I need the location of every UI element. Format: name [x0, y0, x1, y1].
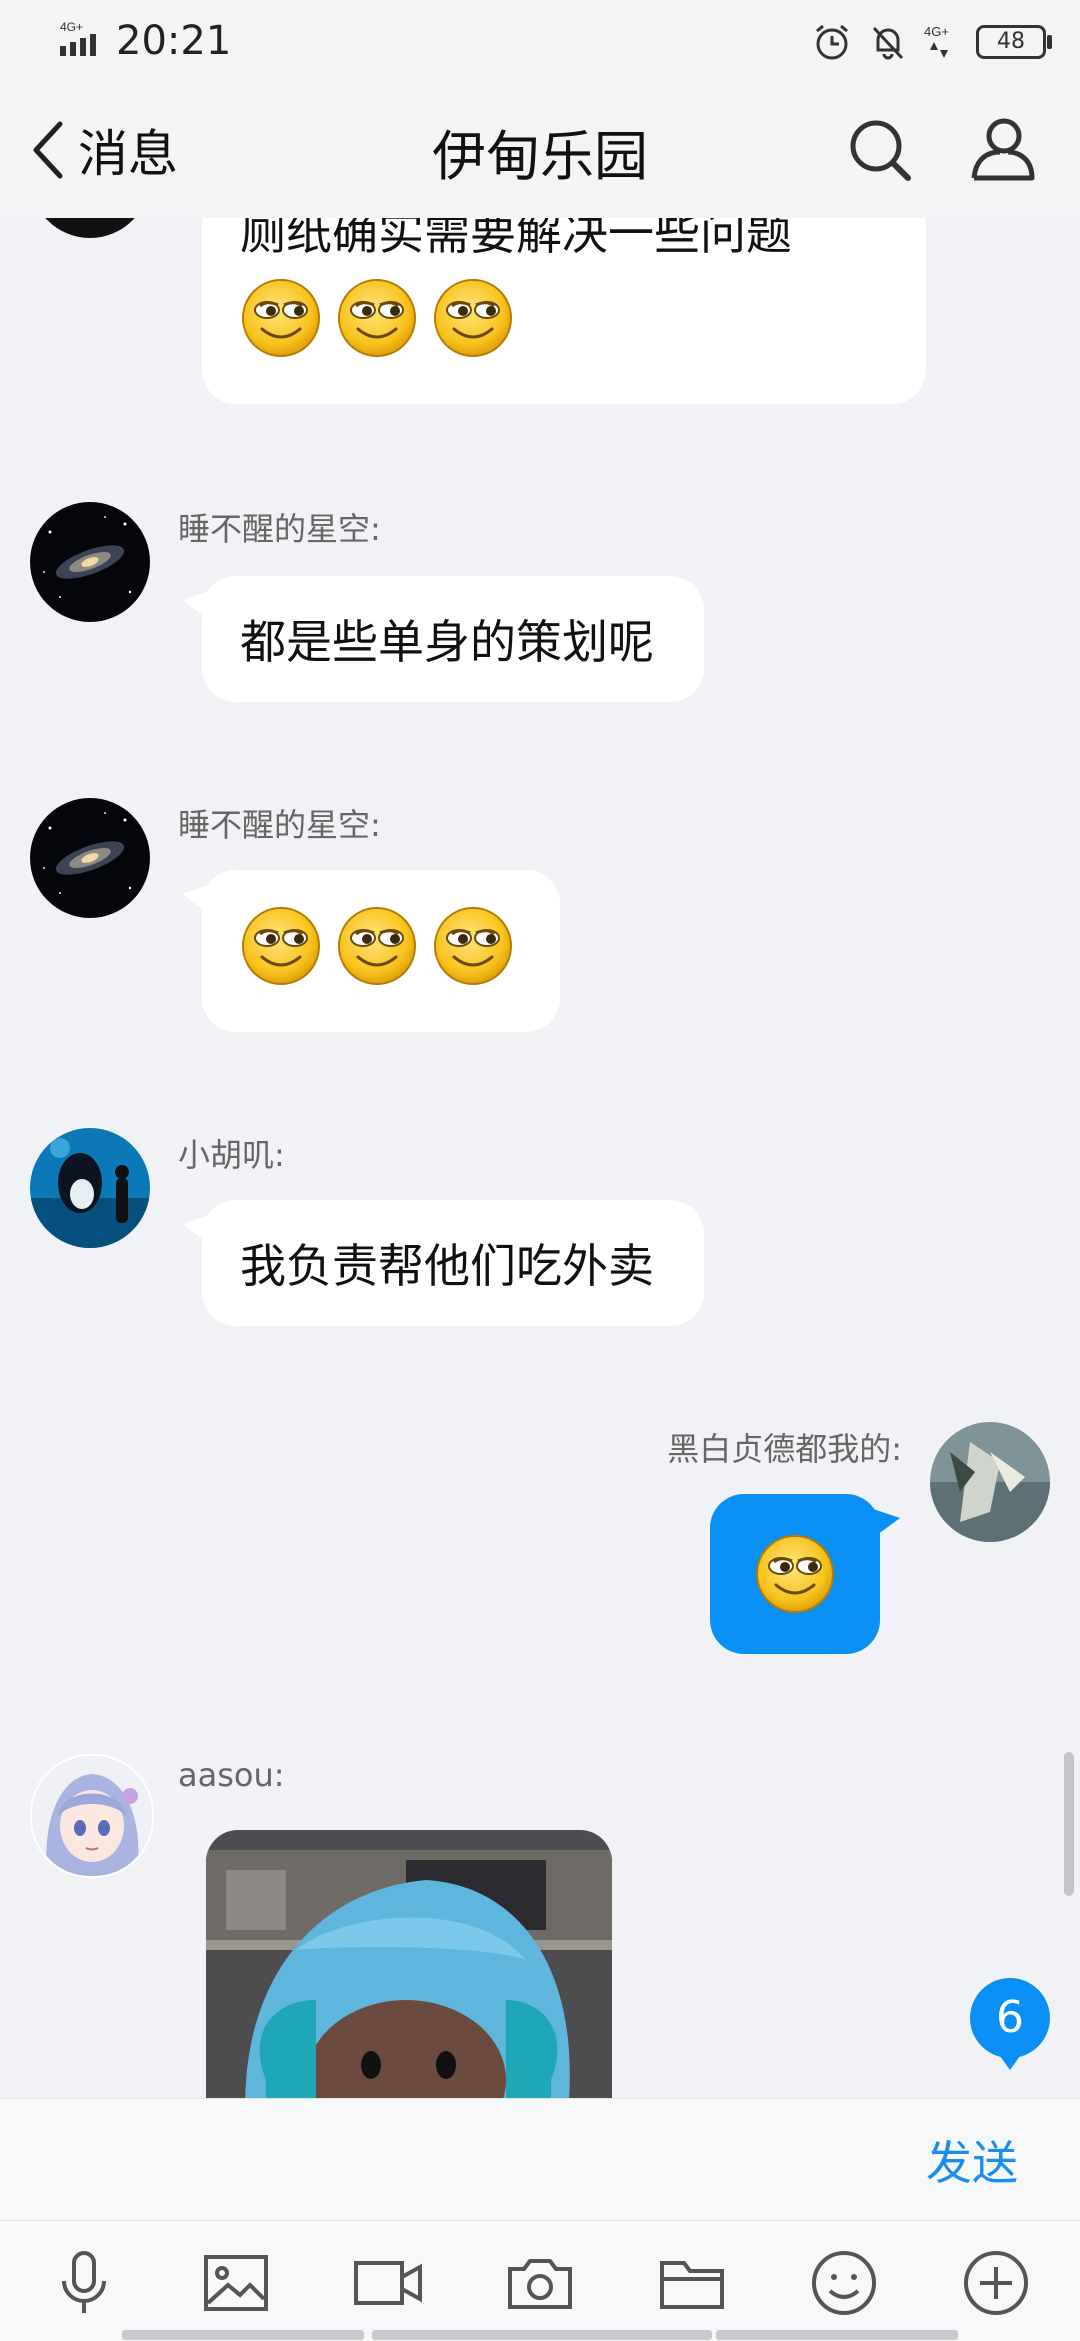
mute-bell-icon: [872, 26, 904, 60]
network-right-icon: 4G+: [924, 24, 949, 58]
network-type-left: 4G+: [60, 20, 83, 34]
galaxy-avatar[interactable]: [30, 502, 150, 622]
input-toolbar: [0, 2220, 1080, 2341]
sly-smile-emoji: [337, 278, 417, 358]
anime-girl-avatar[interactable]: [30, 1754, 154, 1878]
chat-header: 消息 伊甸乐园: [0, 84, 1080, 218]
sly-smile-emoji: [755, 1534, 835, 1614]
sender-name: aasou:: [178, 1756, 285, 1794]
network-type-right: 4G+: [924, 24, 949, 39]
send-button[interactable]: 发送: [926, 2127, 1018, 2193]
sender-name: 黑白贞德都我的:: [667, 1430, 902, 1468]
message-bubble[interactable]: 我负责帮他们吃外卖: [182, 1200, 704, 1326]
message-list[interactable]: 厕纸确实需要解决一些问题 睡不醒的星空: 都是些单身的策划呢 睡不醒的星空: 小…: [0, 218, 1080, 2098]
message-text: 都是些单身的策划呢: [240, 615, 654, 669]
orca-avatar[interactable]: [30, 1128, 150, 1248]
image-icon[interactable]: [200, 2247, 272, 2319]
message-bubble[interactable]: 厕纸确实需要解决一些问题: [202, 218, 926, 404]
microphone-icon[interactable]: [48, 2247, 120, 2319]
status-bar: 4G+ 20:21 4G+ 48: [0, 0, 1080, 84]
message-text: 我负责帮他们吃外卖: [240, 1239, 654, 1293]
sender-name: 睡不醒的星空:: [178, 806, 381, 844]
sly-smile-emoji: [337, 906, 417, 985]
sly-smile-emoji: [433, 278, 513, 358]
message-bubble[interactable]: [182, 870, 560, 1032]
scrollbar[interactable]: [1064, 1752, 1074, 1896]
system-gesture-bar: [372, 2330, 712, 2340]
message-text: 厕纸确实需要解决一些问题: [240, 218, 792, 260]
signal-icon: 4G+: [60, 20, 96, 56]
system-gesture-bar: [122, 2330, 364, 2340]
alarm-icon: [816, 24, 848, 60]
sly-smile-emoji: [241, 278, 321, 358]
status-icons: 4G+ 48: [812, 20, 1052, 64]
emoji-row: [240, 277, 514, 370]
blue-hat-plush-photo[interactable]: [206, 1830, 612, 2098]
battery-icon: 48: [976, 25, 1052, 59]
armored-figure-avatar[interactable]: [930, 1422, 1050, 1542]
search-icon[interactable]: [846, 116, 914, 184]
system-gesture-bar: [716, 2330, 958, 2340]
group-title: 伊甸乐园: [432, 125, 648, 188]
avatar[interactable]: [30, 218, 150, 238]
group-members-icon[interactable]: [966, 114, 1038, 186]
plus-icon[interactable]: [960, 2247, 1032, 2319]
status-time: 20:21: [116, 18, 232, 64]
sly-smile-emoji: [433, 906, 513, 985]
folder-icon[interactable]: [656, 2247, 728, 2319]
message-input-area[interactable]: 发送: [0, 2098, 1080, 2221]
sender-name: 睡不醒的星空:: [178, 510, 381, 548]
video-icon[interactable]: [352, 2247, 424, 2319]
galaxy-avatar[interactable]: [30, 798, 150, 918]
message-bubble[interactable]: 都是些单身的策划呢: [182, 576, 704, 702]
camera-icon[interactable]: [504, 2247, 576, 2319]
unread-badge[interactable]: 6: [970, 1978, 1050, 2070]
smiley-icon[interactable]: [808, 2247, 880, 2319]
message-bubble[interactable]: [710, 1494, 900, 1654]
emoji-row: [240, 905, 514, 998]
sender-name: 小胡叽:: [178, 1136, 285, 1174]
sly-smile-emoji: [241, 906, 321, 985]
